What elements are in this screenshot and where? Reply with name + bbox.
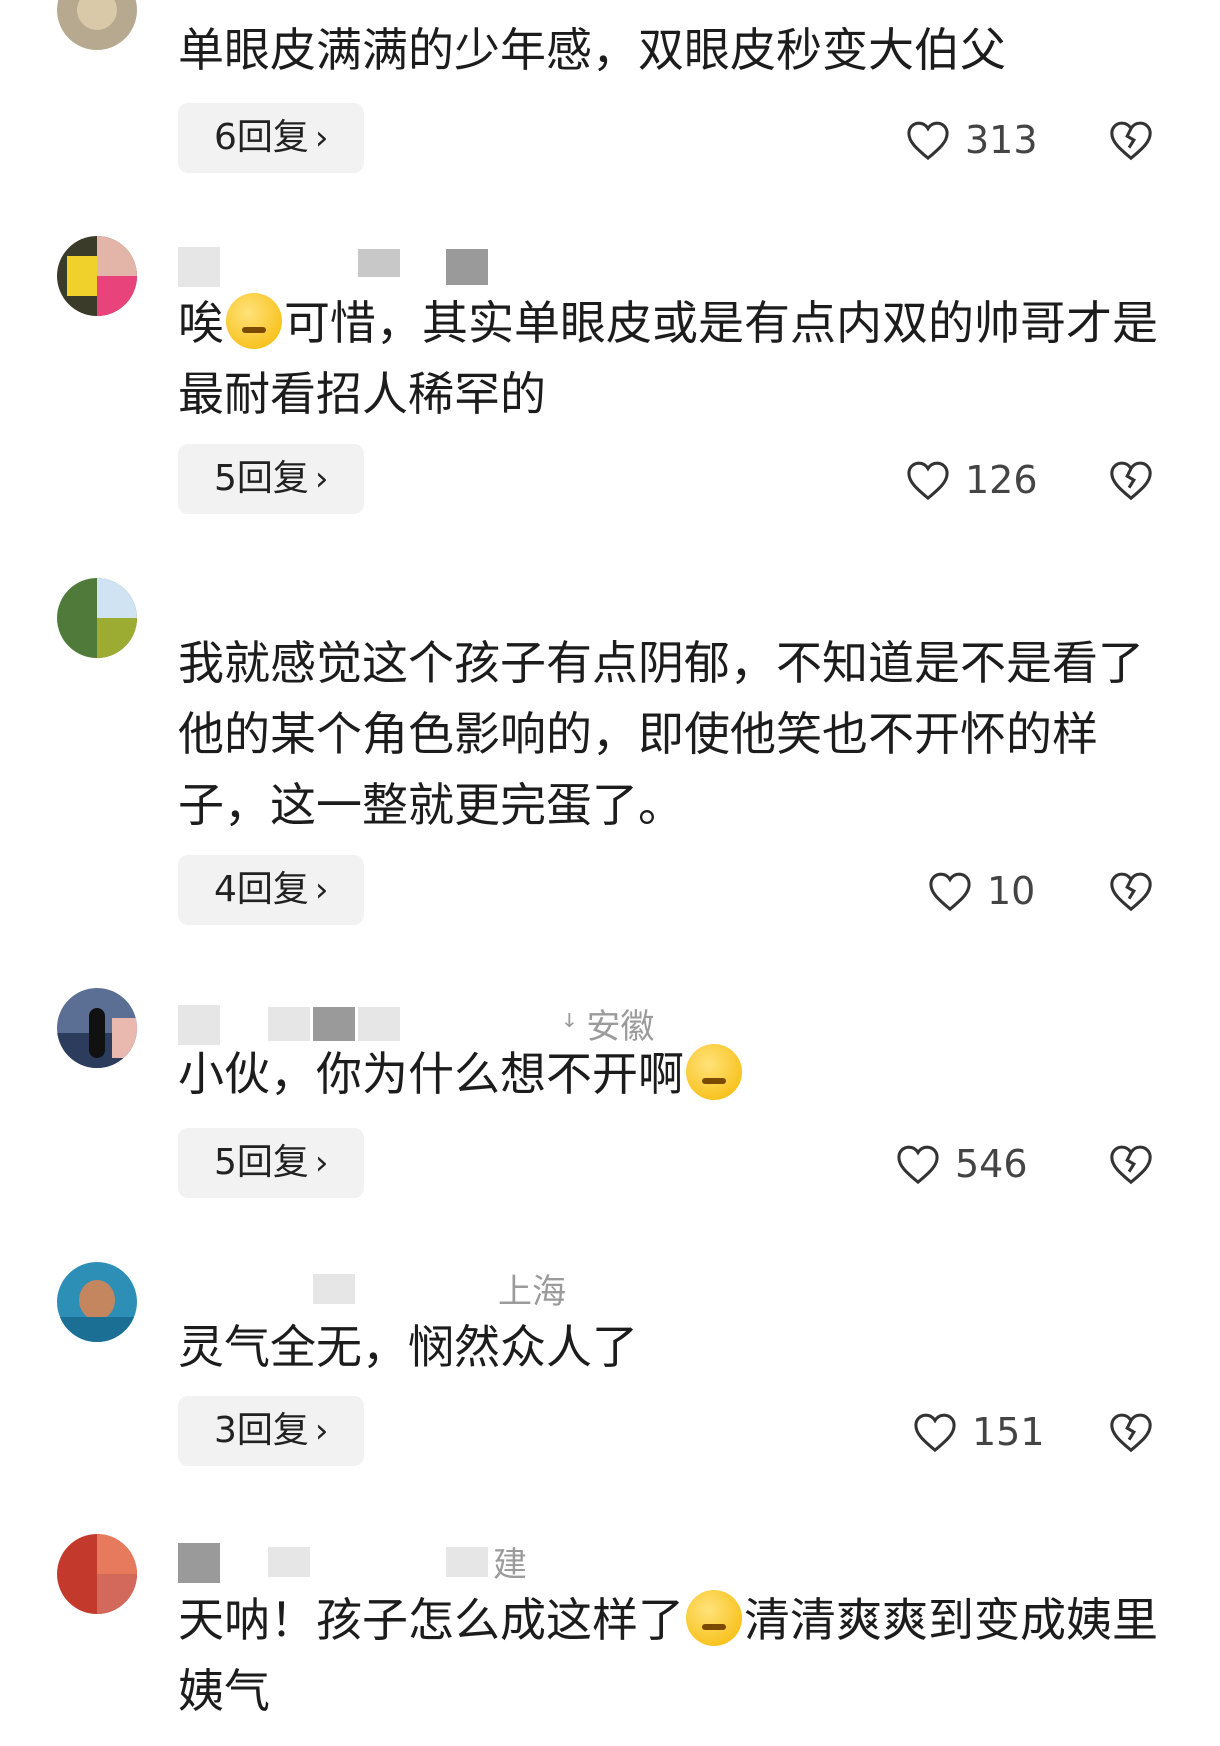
chevron-right-icon: ›: [314, 1411, 329, 1451]
like-button[interactable]: 546: [895, 1134, 1028, 1194]
heart-outline-icon: [929, 872, 971, 912]
crying-face-icon: [686, 1590, 742, 1646]
heart-outline-icon: [907, 461, 949, 501]
view-replies-button[interactable]: 5回复 ›: [178, 1128, 364, 1198]
username-redacted[interactable]: 上海: [178, 1270, 1078, 1312]
username-redacted[interactable]: 建: [178, 1543, 1078, 1585]
comment-text: 单眼皮满满的少年感，双眼皮秒变大伯父: [178, 23, 1006, 77]
chevron-right-icon: ›: [314, 870, 329, 910]
heart-outline-icon: [897, 1145, 939, 1185]
broken-heart-icon[interactable]: [1108, 1410, 1154, 1454]
broken-heart-icon[interactable]: [1108, 118, 1154, 162]
like-count: 126: [965, 458, 1038, 502]
avatar[interactable]: [57, 1262, 137, 1342]
view-replies-button[interactable]: 3回复 ›: [178, 1396, 364, 1466]
like-count: 546: [955, 1142, 1028, 1186]
comment-text: 我就感觉这个孩子有点阴郁，不知道是不是看了他的某个角色影响的，即使他笑也不开怀的…: [178, 636, 1144, 832]
comment-text: 灵气全无，悯然众人了: [178, 1320, 638, 1374]
location-label: 上海: [498, 1272, 566, 1312]
like-count: 151: [972, 1410, 1045, 1454]
heart-outline-icon: [907, 121, 949, 161]
like-count: 313: [965, 118, 1038, 162]
chevron-right-icon: ›: [314, 1143, 329, 1183]
view-replies-button[interactable]: 5回复 ›: [178, 444, 364, 514]
avatar[interactable]: [57, 236, 137, 316]
smirking-face-icon: [686, 1044, 742, 1100]
avatar[interactable]: [57, 1534, 137, 1614]
like-count: 10: [987, 869, 1036, 913]
view-replies-button[interactable]: 6回复 ›: [178, 103, 364, 173]
chevron-right-icon: ›: [314, 118, 329, 158]
pensive-face-icon: [226, 293, 282, 349]
broken-heart-icon[interactable]: [1108, 869, 1154, 913]
avatar[interactable]: [57, 578, 137, 658]
comment-text: 唉可惜，其实单眼皮或是有点内双的帅哥才是最耐看招人稀罕的: [178, 288, 1168, 430]
view-replies-button[interactable]: 4回复 ›: [178, 855, 364, 925]
chevron-right-icon: ›: [314, 459, 329, 499]
broken-heart-icon[interactable]: [1108, 458, 1154, 502]
like-button[interactable]: 151: [912, 1402, 1045, 1462]
comment-text: 小伙，你为什么想不开啊: [178, 1039, 1168, 1110]
like-button[interactable]: 10: [927, 861, 1035, 921]
broken-heart-icon[interactable]: [1108, 1142, 1154, 1186]
like-button[interactable]: 126: [905, 450, 1038, 510]
like-button[interactable]: 313: [905, 110, 1038, 170]
username-redacted[interactable]: [178, 247, 1078, 289]
heart-outline-icon: [914, 1413, 956, 1453]
avatar[interactable]: [57, 0, 137, 50]
avatar[interactable]: [57, 988, 137, 1068]
location-label: 建: [493, 1545, 527, 1585]
comment-text: 天呐！孩子怎么成这样了 清清爽爽到变成姨里姨气: [178, 1585, 1168, 1727]
